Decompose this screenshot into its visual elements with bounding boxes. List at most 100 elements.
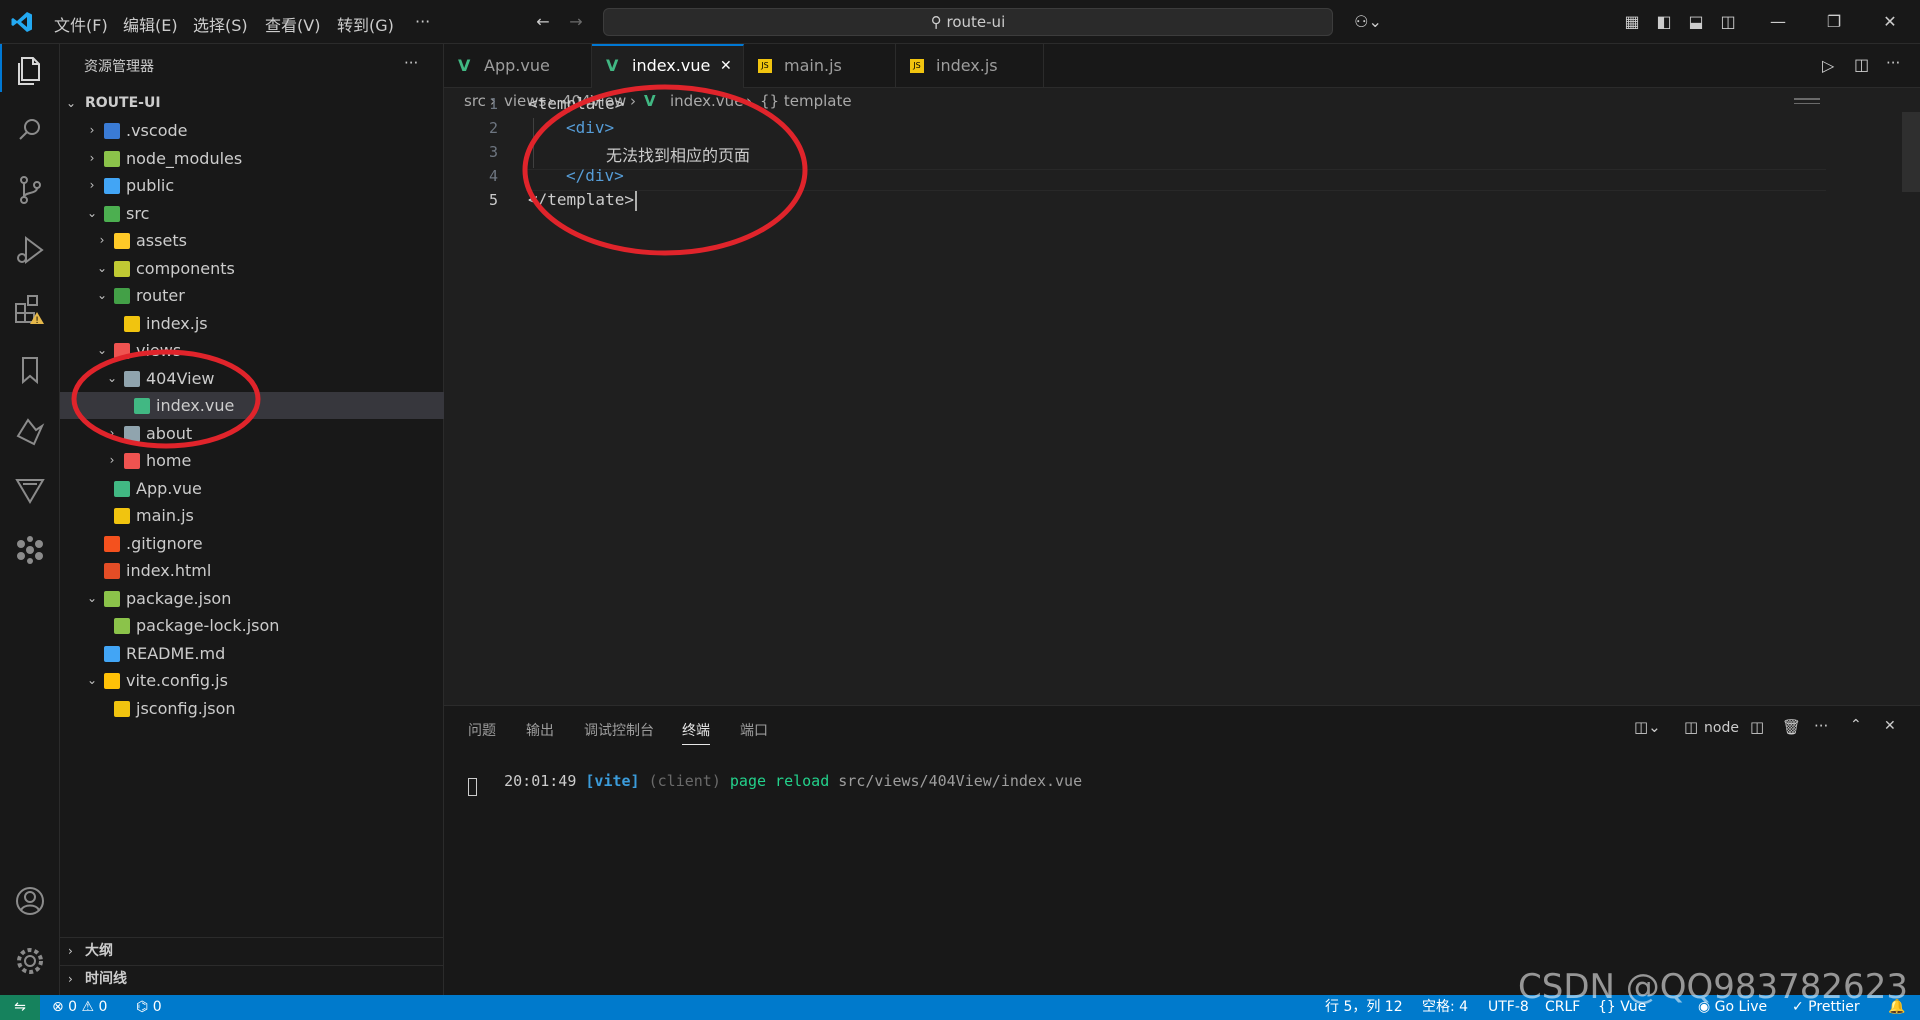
tab-terminal[interactable]: 终端 <box>682 720 710 745</box>
tree-item-label: public <box>126 176 175 195</box>
file-type-icon <box>104 178 120 194</box>
more-actions-icon[interactable]: ··· <box>1886 54 1900 72</box>
chevron-down-icon: ⌄ <box>96 260 108 275</box>
tree-item[interactable]: › .vscode <box>60 117 444 144</box>
tab-index-js[interactable]: JS index.js <box>896 44 1044 88</box>
remote-indicator[interactable]: ⇋ <box>0 995 40 1020</box>
ports-value: 0 <box>152 999 162 1015</box>
svg-text:!: ! <box>35 316 39 326</box>
run-icon[interactable]: ▷ <box>1822 56 1834 75</box>
toggle-panel-icon[interactable]: ⬓ <box>1686 12 1706 32</box>
terminal-output[interactable]: 20:01:49 [vite] (client) page reload src… <box>468 754 1082 808</box>
toggle-secondary-sidebar-icon[interactable]: ◫ <box>1718 12 1738 32</box>
menu-selection[interactable]: 选择(S) <box>193 12 248 36</box>
menu-view[interactable]: 查看(V) <box>265 12 320 36</box>
chevron-right-icon: › <box>68 972 73 986</box>
split-editor-icon[interactable]: ◫ <box>1854 55 1869 74</box>
settings-gear-icon[interactable] <box>10 941 50 981</box>
vertical-scrollbar[interactable] <box>1902 112 1920 192</box>
accounts-icon[interactable] <box>10 881 50 921</box>
timeline-section[interactable]: › 时间线 <box>60 965 444 992</box>
tree-item[interactable]: ⌄ src <box>60 200 444 227</box>
file-type-icon <box>104 205 120 222</box>
tree-item-label: main.js <box>136 506 194 525</box>
indentation[interactable]: 空格: 4 <box>1422 995 1468 1020</box>
forward-arrow-icon[interactable]: → <box>566 12 586 32</box>
toggle-sidebar-icon[interactable]: ◧ <box>1654 12 1674 32</box>
split-terminal-icon[interactable]: ◫ <box>1750 718 1764 736</box>
file-type-icon <box>124 315 140 332</box>
tree-item[interactable]: › assets <box>60 227 444 254</box>
tree-item-label: assets <box>136 231 187 250</box>
close-panel-icon[interactable]: ✕ <box>1884 718 1896 734</box>
bookmarks-icon[interactable] <box>10 350 50 390</box>
explorer-icon[interactable] <box>10 50 50 90</box>
menu-edit[interactable]: 编辑(E) <box>123 12 178 36</box>
file-type-icon <box>114 288 130 304</box>
tree-item[interactable]: ⌄ components <box>60 255 444 282</box>
tab-ports[interactable]: 端口 <box>740 720 768 740</box>
title-bar: 文件(F) 编辑(E) 选择(S) 查看(V) 转到(G) ··· ← → ⚲ … <box>0 0 1920 44</box>
file-type-icon <box>114 233 130 249</box>
tab-problems[interactable]: 问题 <box>468 720 496 740</box>
file-type-icon <box>104 590 120 607</box>
remote-explorer-icon[interactable] <box>10 410 50 450</box>
tree-item[interactable]: › node_modules <box>60 145 444 172</box>
command-center-search[interactable]: ⚲ route-ui <box>603 8 1333 36</box>
code-editor[interactable]: src › views › 404View › V index.vue › {}… <box>444 84 1920 705</box>
tab-output[interactable]: 输出 <box>526 720 554 740</box>
more-actions-icon[interactable]: ··· <box>404 54 418 72</box>
tree-item-label: index.html <box>126 561 212 580</box>
tree-item[interactable]: › public <box>60 172 444 199</box>
more-actions-icon[interactable]: ··· <box>1814 717 1828 735</box>
tree-item[interactable]: App.vue <box>60 475 444 502</box>
tree-item[interactable]: .gitignore <box>60 530 444 557</box>
new-terminal-split-icon[interactable]: ◫⌄ <box>1634 718 1661 736</box>
source-control-icon[interactable] <box>10 170 50 210</box>
watermark: CSDN @QQ983782623 <box>1518 967 1908 1007</box>
cursor-position[interactable]: 行 5，列 12 <box>1325 995 1403 1020</box>
ports-count[interactable]: ⌬ 0 <box>136 995 162 1020</box>
trash-icon[interactable]: 🗑 <box>1782 718 1801 736</box>
copilot-icon[interactable]: ⚇⌄ <box>1350 12 1386 32</box>
tree-item[interactable]: index.html <box>60 557 444 584</box>
tree-item[interactable]: jsconfig.json <box>60 695 444 722</box>
tree-item[interactable]: main.js <box>60 502 444 529</box>
annotation-circle-editor <box>522 84 808 256</box>
back-arrow-icon[interactable]: ← <box>533 12 553 32</box>
file-type-icon <box>104 150 120 167</box>
vitest-icon[interactable] <box>10 470 50 510</box>
problems-count[interactable]: ⊗ 0 ⚠ 0 <box>52 995 107 1020</box>
tree-item[interactable]: ⌄ router <box>60 282 444 309</box>
chevron-right-icon: › <box>89 123 95 137</box>
outline-section[interactable]: › 大纲 <box>60 937 444 964</box>
search-view-icon[interactable] <box>10 110 50 150</box>
terminal-name[interactable]: node <box>1704 720 1739 736</box>
customize-layout-icon[interactable]: ▦ <box>1622 12 1642 32</box>
minimize-icon[interactable]: — <box>1768 12 1788 32</box>
menu-file[interactable]: 文件(F) <box>54 12 108 36</box>
tree-item-label: jsconfig.json <box>136 698 236 718</box>
maximize-panel-icon[interactable]: ⌃ <box>1850 717 1862 733</box>
menu-go[interactable]: 转到(G) <box>337 12 394 36</box>
restore-icon[interactable]: ❐ <box>1824 12 1844 32</box>
tab-debug-console[interactable]: 调试控制台 <box>584 720 654 740</box>
menu-more[interactable]: ··· <box>415 12 430 31</box>
tree-item-label: router <box>136 286 185 305</box>
root-folder-header[interactable]: ⌄ ROUTE-UI <box>60 90 444 116</box>
tree-item[interactable]: package-lock.json <box>60 612 444 639</box>
tree-item[interactable]: index.js <box>60 310 444 337</box>
file-type-icon <box>114 700 130 717</box>
chevron-down-icon: ⌄ <box>86 673 98 687</box>
gitlens-icon[interactable] <box>10 530 50 570</box>
run-debug-icon[interactable] <box>10 230 50 270</box>
tree-item[interactable]: README.md <box>60 640 444 667</box>
tree-item[interactable]: ⌄ vite.config.js <box>60 667 444 694</box>
extensions-icon[interactable]: ! <box>10 290 50 330</box>
file-type-icon <box>114 480 130 497</box>
close-window-icon[interactable]: ✕ <box>1880 12 1900 32</box>
minimap <box>1794 98 1820 104</box>
tree-item[interactable]: ⌄ package.json <box>60 585 444 612</box>
line-number: 5 <box>488 191 498 209</box>
root-folder-label: ROUTE-UI <box>85 95 161 111</box>
